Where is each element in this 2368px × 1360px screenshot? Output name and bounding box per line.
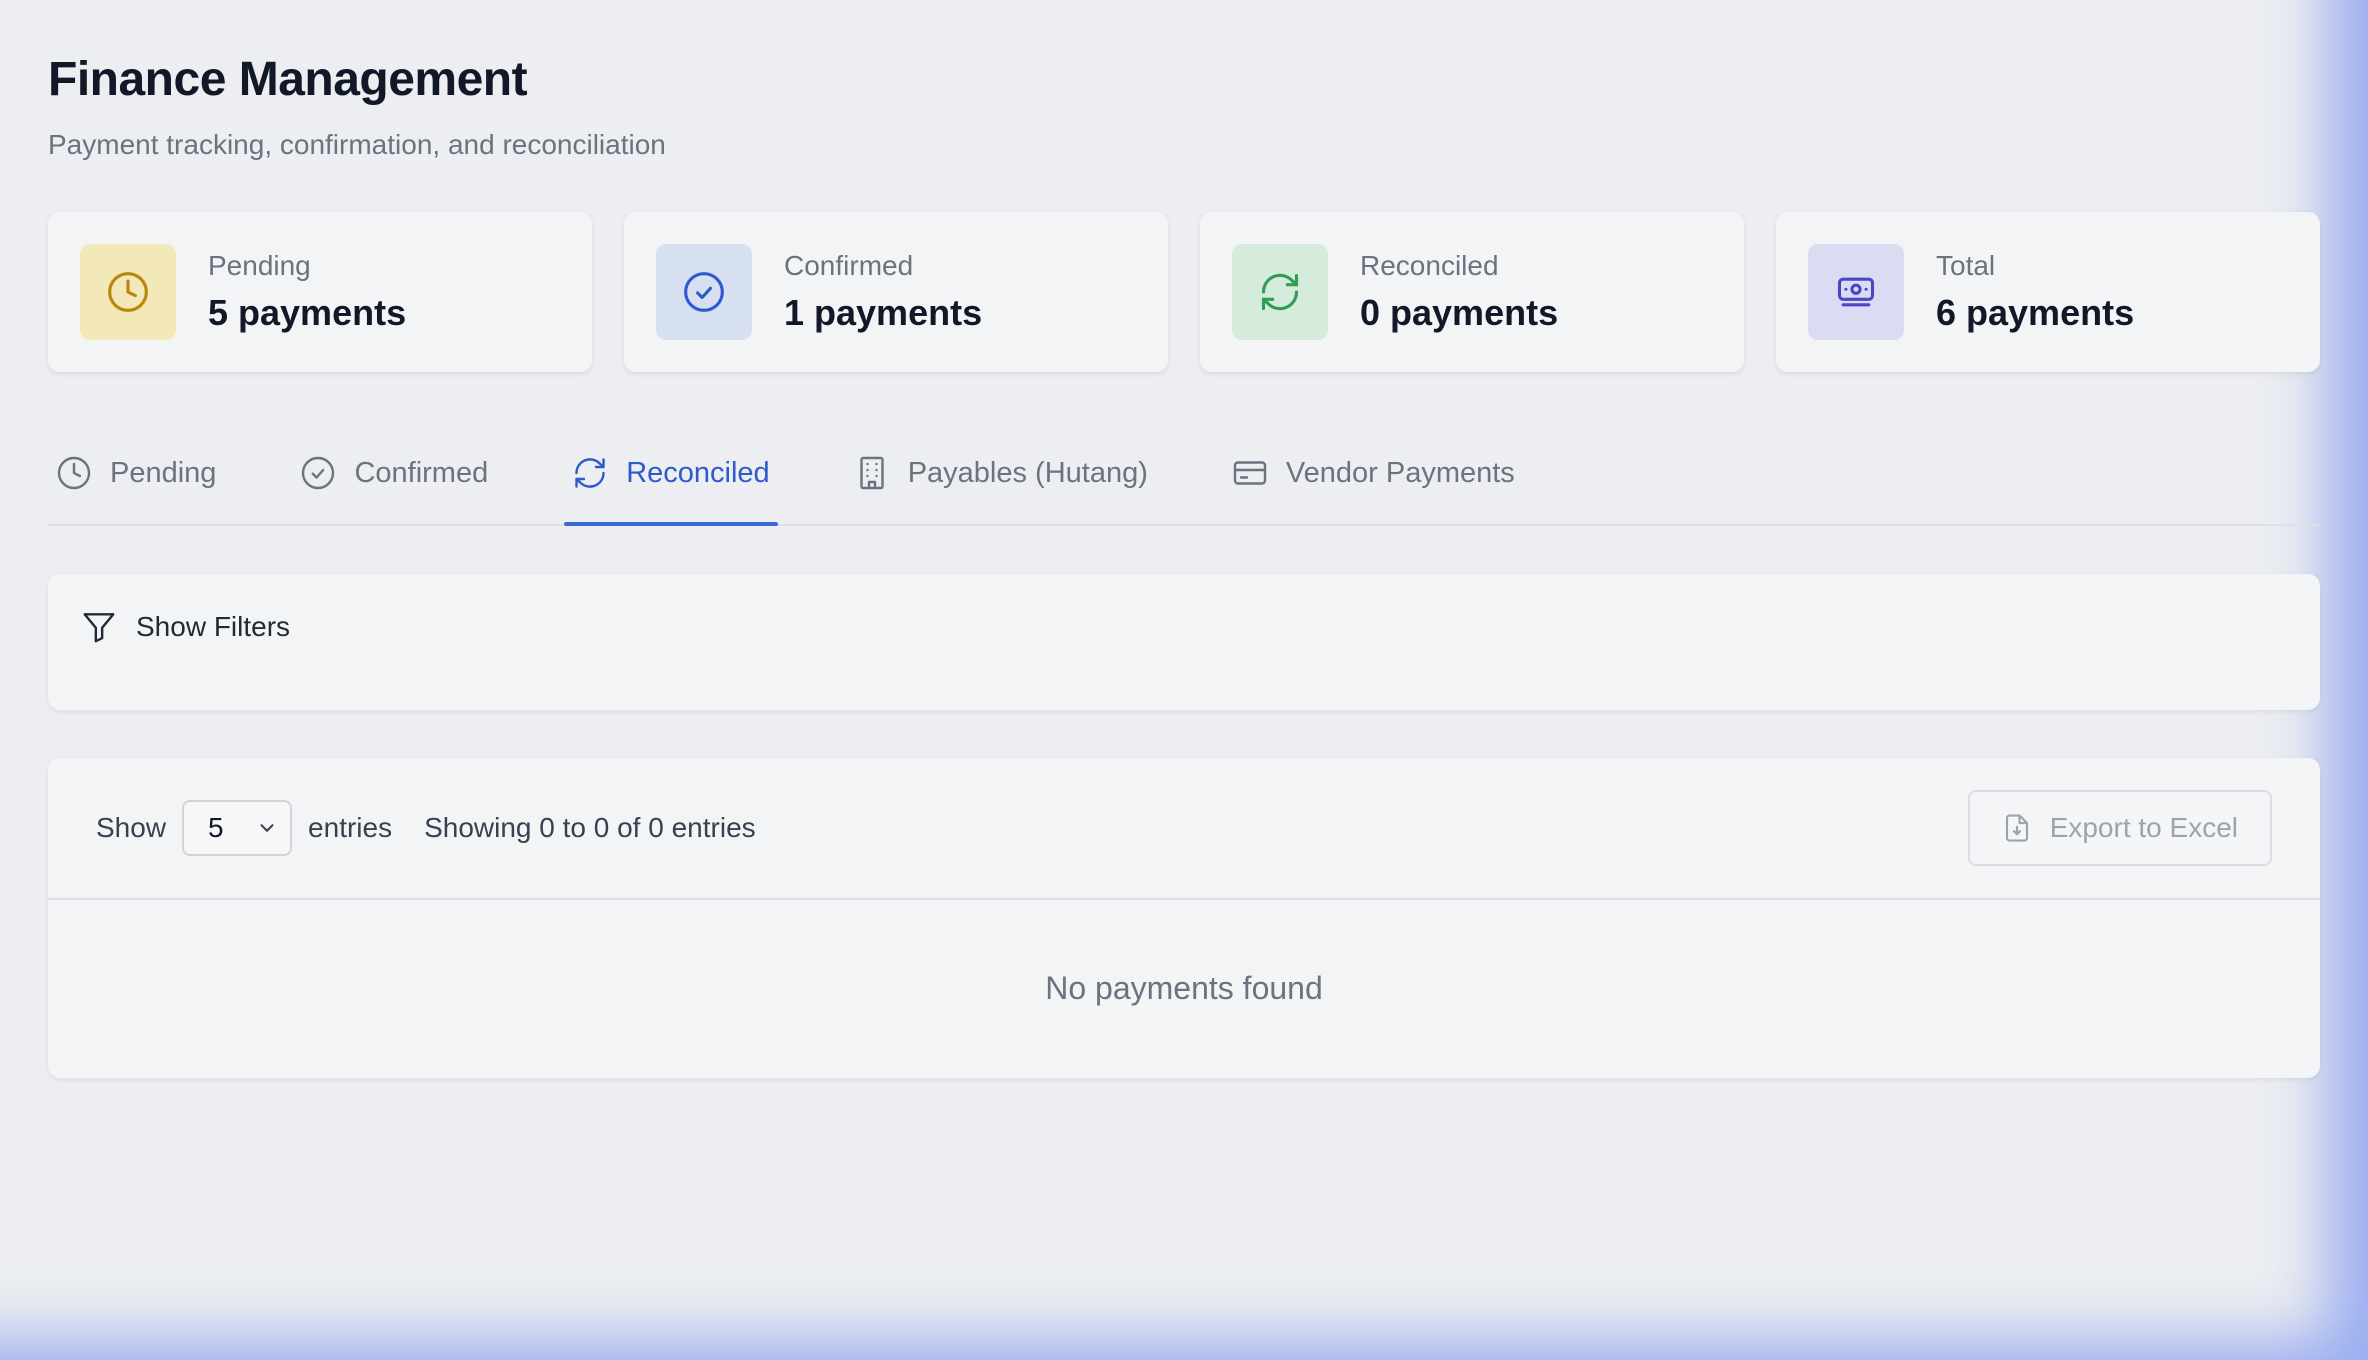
tab-label: Reconciled: [626, 456, 770, 489]
stat-value: 6 payments: [1936, 292, 2135, 333]
filter-icon: [80, 608, 118, 646]
show-filters-button[interactable]: Show Filters: [80, 608, 290, 646]
refresh-icon: [1232, 244, 1328, 340]
tab-label: Pending: [110, 456, 217, 489]
stat-card-total: Total 6 payments: [1776, 212, 2320, 372]
tab-pending[interactable]: Pending: [48, 422, 224, 524]
entries-label: entries: [308, 812, 393, 843]
stat-card-confirmed: Confirmed 1 payments: [624, 212, 1168, 372]
stat-card-reconciled: Reconciled 0 payments: [1200, 212, 1744, 372]
tab-label: Vendor Payments: [1285, 456, 1515, 489]
page-title: Finance Management: [48, 53, 528, 106]
payments-table-card: Show 5 entries Showing 0 to 0 of 0 entri…: [48, 758, 2320, 1078]
credit-card-icon: [1232, 455, 1268, 491]
tab-label: Confirmed: [354, 456, 489, 489]
filters-panel: Show Filters: [48, 574, 2320, 710]
stat-value: 1 payments: [784, 292, 983, 333]
tab-vendor-payments[interactable]: Vendor Payments: [1224, 422, 1523, 524]
stat-label: Reconciled: [1360, 250, 1499, 281]
file-download-icon: [2002, 813, 2032, 843]
page-size-value: 5: [208, 812, 224, 843]
empty-state-message: No payments found: [1045, 969, 1323, 1006]
stat-label: Pending: [208, 250, 311, 281]
tab-reconciled[interactable]: Reconciled: [564, 422, 779, 526]
tab-confirmed[interactable]: Confirmed: [292, 422, 496, 524]
export-excel-button[interactable]: Export to Excel: [1967, 790, 2272, 866]
check-circle-icon: [656, 244, 752, 340]
show-filters-label: Show Filters: [136, 611, 291, 642]
tab-label: Payables (Hutang): [907, 456, 1148, 489]
chevron-down-icon: [256, 817, 278, 839]
clock-icon: [80, 244, 176, 340]
banknote-icon: [1808, 244, 1904, 340]
tab-payables[interactable]: Payables (Hutang): [846, 422, 1156, 524]
export-label: Export to Excel: [2049, 812, 2238, 843]
stat-value: 0 payments: [1360, 292, 1559, 333]
show-label: Show: [96, 812, 167, 843]
clock-icon: [56, 455, 92, 491]
stat-label: Total: [1936, 250, 1996, 281]
page-subtitle: Payment tracking, confirmation, and reco…: [48, 129, 666, 160]
showing-info: Showing 0 to 0 of 0 entries: [424, 812, 756, 843]
finance-page: Finance Management Payment tracking, con…: [48, 52, 2320, 1078]
stat-value: 5 payments: [208, 292, 407, 333]
refresh-icon: [572, 455, 608, 491]
stat-card-pending: Pending 5 payments: [48, 212, 592, 372]
stat-label: Confirmed: [784, 250, 914, 281]
check-circle-icon: [300, 455, 336, 491]
table-toolbar: Show 5 entries Showing 0 to 0 of 0 entri…: [48, 758, 2320, 900]
page-size-select[interactable]: 5: [182, 800, 293, 856]
tab-bar: Pending Confirmed Reconciled Payables (H…: [48, 422, 2320, 526]
stats-row: Pending 5 payments Confirmed 1 payments …: [48, 212, 2320, 372]
building-icon: [854, 455, 890, 491]
